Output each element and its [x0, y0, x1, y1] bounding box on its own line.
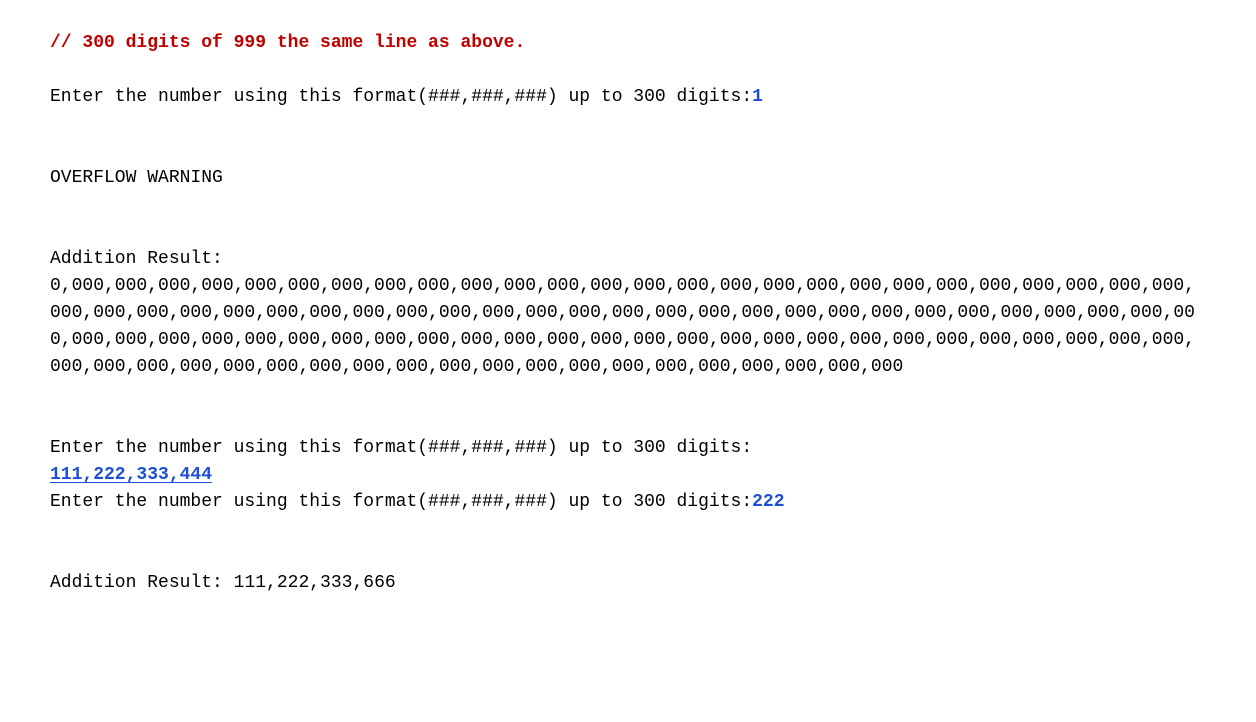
- prompt-label-1: Enter the number using this format(###,#…: [50, 87, 752, 107]
- result-value-2: 111,222,333,666: [234, 573, 396, 593]
- user-input-1: 1: [752, 87, 763, 107]
- input-prompt-2: Enter the number using this format(###,#…: [50, 435, 1206, 462]
- input-prompt-3: Enter the number using this format(###,#…: [50, 489, 1206, 516]
- prompt-label-3: Enter the number using this format(###,#…: [50, 492, 752, 512]
- overflow-warning: OVERFLOW WARNING: [50, 165, 1206, 192]
- user-input-2: 111,222,333,444: [50, 465, 212, 485]
- input-prompt-1: Enter the number using this format(###,#…: [50, 84, 1206, 111]
- result-label-2: Addition Result:: [50, 573, 234, 593]
- result-line-2: Addition Result: 111,222,333,666: [50, 570, 1206, 597]
- user-input-3: 222: [752, 492, 784, 512]
- result-label-1: Addition Result:: [50, 246, 1206, 273]
- user-input-2-line: 111,222,333,444: [50, 462, 1206, 489]
- prompt-label-2: Enter the number using this format(###,#…: [50, 438, 752, 458]
- result-value-1: 0,000,000,000,000,000,000,000,000,000,00…: [50, 273, 1205, 381]
- code-comment: // 300 digits of 999 the same line as ab…: [50, 30, 1206, 57]
